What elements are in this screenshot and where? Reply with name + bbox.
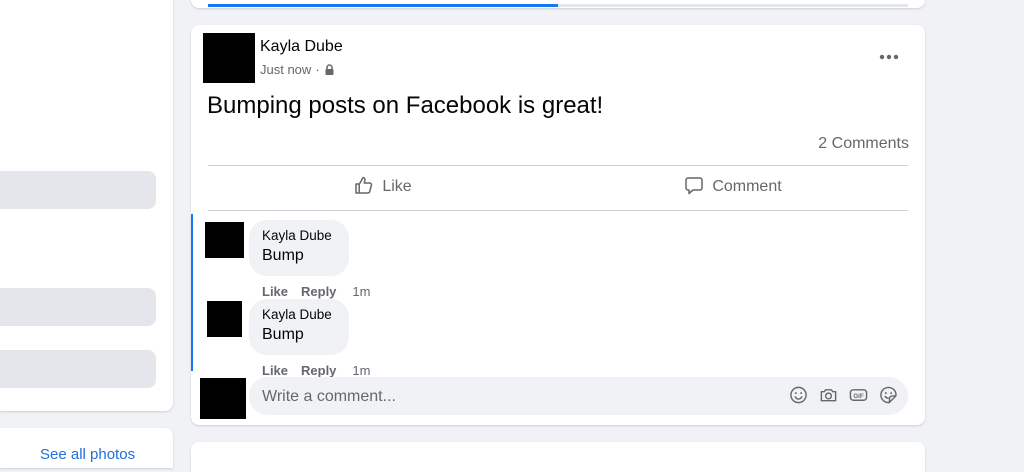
comment-author[interactable]: Kayla Dube <box>262 307 337 322</box>
lock-icon[interactable] <box>324 63 335 76</box>
post-card: Kayla Dube Just now · Bumping posts on F… <box>191 25 925 425</box>
post-text: Bumping posts on Facebook is great! <box>207 92 604 119</box>
next-card <box>191 442 925 472</box>
comment-item: Kayla Dube Bump Like Reply 1m <box>205 299 805 378</box>
comment-input[interactable]: Write a comment... <box>262 388 396 406</box>
like-button[interactable]: Like <box>208 167 558 207</box>
more-options-icon[interactable] <box>875 47 903 67</box>
comment-item: Kayla Dube Bump Like Reply 1m <box>205 220 805 299</box>
comment-reply-button[interactable]: Reply <box>301 363 336 378</box>
post-meta: Just now · <box>260 62 335 77</box>
author-avatar[interactable] <box>203 33 255 83</box>
svg-text:GIF: GIF <box>853 393 863 400</box>
sidebar-placeholder-item[interactable] <box>0 350 156 388</box>
progress-bar <box>208 4 908 7</box>
comment-actions: Like Reply 1m <box>262 363 370 378</box>
post-time[interactable]: Just now <box>260 62 311 77</box>
gif-icon[interactable]: GIF <box>849 385 868 405</box>
comment-time[interactable]: 1m <box>352 284 370 299</box>
comment-composer[interactable]: Write a comment... GIF <box>249 377 908 415</box>
meta-separator: · <box>315 62 320 77</box>
comment-label: Comment <box>712 178 782 195</box>
divider <box>208 210 908 211</box>
comment-bubble: Kayla Dube Bump <box>249 220 349 276</box>
sidebar-placeholder-item[interactable] <box>0 171 156 209</box>
comment-actions: Like Reply 1m <box>262 284 370 299</box>
sticker-icon[interactable] <box>879 385 898 405</box>
post-author[interactable]: Kayla Dube <box>260 38 343 56</box>
comment-text: Bump <box>262 247 304 264</box>
comments-count[interactable]: 2 Comments <box>818 135 909 153</box>
comment-like-button[interactable]: Like <box>262 284 288 299</box>
camera-icon[interactable] <box>819 385 838 405</box>
previous-card <box>191 0 925 8</box>
commenter-avatar[interactable] <box>207 301 242 337</box>
comment-button[interactable]: Comment <box>558 167 908 207</box>
left-sidebar-card <box>0 0 173 411</box>
comment-author[interactable]: Kayla Dube <box>262 228 337 243</box>
comment-thread-line <box>191 214 193 371</box>
comment-icon <box>684 175 704 200</box>
composer-icons: GIF <box>789 385 898 405</box>
divider <box>208 165 908 166</box>
comment-like-button[interactable]: Like <box>262 363 288 378</box>
thumbs-up-icon <box>354 175 374 200</box>
comment-text: Bump <box>262 326 304 343</box>
comment-bubble: Kayla Dube Bump <box>249 299 349 355</box>
comment-reply-button[interactable]: Reply <box>301 284 336 299</box>
sidebar-link[interactable]: See all photos <box>40 446 135 463</box>
sidebar-placeholder-item[interactable] <box>0 288 156 326</box>
composer-avatar[interactable] <box>200 378 246 419</box>
like-label: Like <box>382 178 412 195</box>
comment-time[interactable]: 1m <box>352 363 370 378</box>
progress-bar-fill <box>208 4 558 7</box>
commenter-avatar[interactable] <box>205 222 244 258</box>
emoji-icon[interactable] <box>789 385 808 405</box>
